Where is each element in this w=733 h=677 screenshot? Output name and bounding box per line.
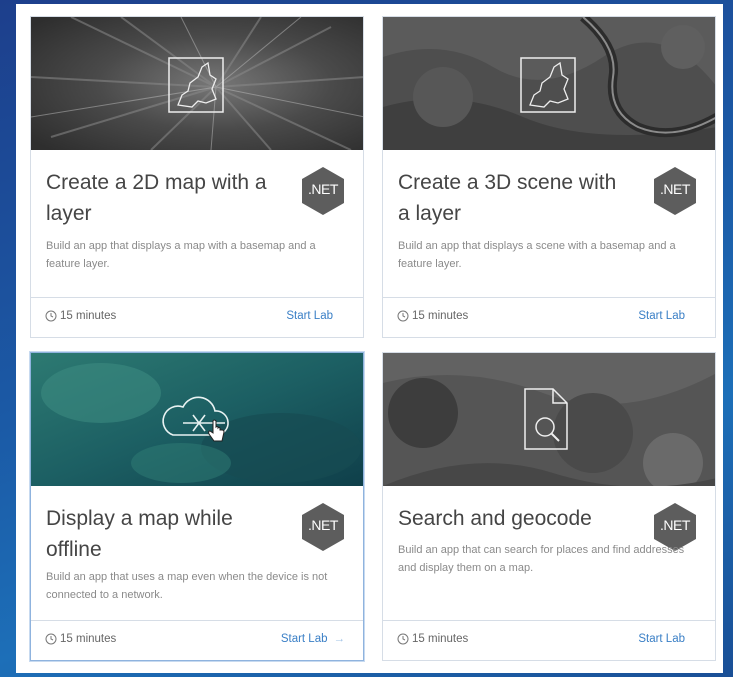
start-lab-link[interactable]: Start Lab (638, 633, 685, 645)
pointer-cursor-icon (208, 419, 225, 442)
duration: 15 minutes (397, 633, 468, 645)
card-title: Search and geocode (398, 507, 592, 530)
start-lab-label: Start Lab (286, 310, 333, 322)
map-boundary-icon (520, 57, 576, 113)
duration-text: 15 minutes (412, 310, 469, 322)
card-footer: 15 minutes Start Lab (383, 297, 715, 337)
card-footer: 15 minutes Start Lab (31, 297, 363, 337)
dotnet-badge: .NET (301, 502, 345, 552)
card-description: Build an app that displays a map with a … (46, 240, 316, 270)
duration: 15 minutes (397, 310, 468, 322)
start-lab-label: Start Lab (638, 633, 685, 645)
card-description: Build an app that can search for places … (398, 544, 685, 574)
start-lab-link[interactable]: Start Lab → (281, 633, 345, 645)
card-title: Create a 3D scene with a layer (398, 171, 617, 225)
dotnet-badge: .NET (301, 166, 345, 216)
clock-icon (45, 633, 57, 645)
lab-card-3d-scene[interactable]: Create a 3D scene with a layer .NET Buil… (382, 16, 716, 338)
document-search-icon (524, 388, 568, 450)
dotnet-badge: .NET (653, 166, 697, 216)
badge-label: .NET (660, 181, 690, 197)
card-footer: 15 minutes Start Lab → (31, 620, 363, 660)
start-lab-link[interactable]: Start Lab (638, 310, 685, 322)
duration-text: 15 minutes (60, 633, 117, 645)
lab-cards-panel: Create a 2D map with a layer .NET Build … (16, 4, 723, 673)
badge-label: .NET (308, 517, 338, 533)
badge-label: .NET (660, 517, 690, 533)
card-footer: 15 minutes Start Lab (383, 620, 715, 660)
start-lab-label: Start Lab (638, 310, 685, 322)
badge-label: .NET (308, 181, 338, 197)
duration-text: 15 minutes (60, 310, 117, 322)
duration: 15 minutes (45, 633, 116, 645)
map-boundary-icon (168, 57, 224, 113)
card-description: Build an app that uses a map even when t… (46, 571, 328, 601)
card-title: Display a map while offline (46, 507, 233, 561)
clock-icon (397, 633, 409, 645)
start-lab-link[interactable]: Start Lab (286, 310, 333, 322)
lab-card-offline-map[interactable]: Display a map while offline .NET Build a… (30, 352, 364, 661)
card-title: Create a 2D map with a layer (46, 171, 267, 225)
arrow-right-icon: → (333, 633, 346, 645)
clock-icon (45, 310, 57, 322)
duration: 15 minutes (45, 310, 116, 322)
duration-text: 15 minutes (412, 633, 469, 645)
card-description: Build an app that displays a scene with … (398, 240, 676, 270)
clock-icon (397, 310, 409, 322)
start-lab-label: Start Lab (280, 633, 328, 645)
lab-card-2d-map[interactable]: Create a 2D map with a layer .NET Build … (30, 16, 364, 338)
lab-card-search-geocode[interactable]: Search and geocode .NET Build an app tha… (382, 352, 716, 661)
